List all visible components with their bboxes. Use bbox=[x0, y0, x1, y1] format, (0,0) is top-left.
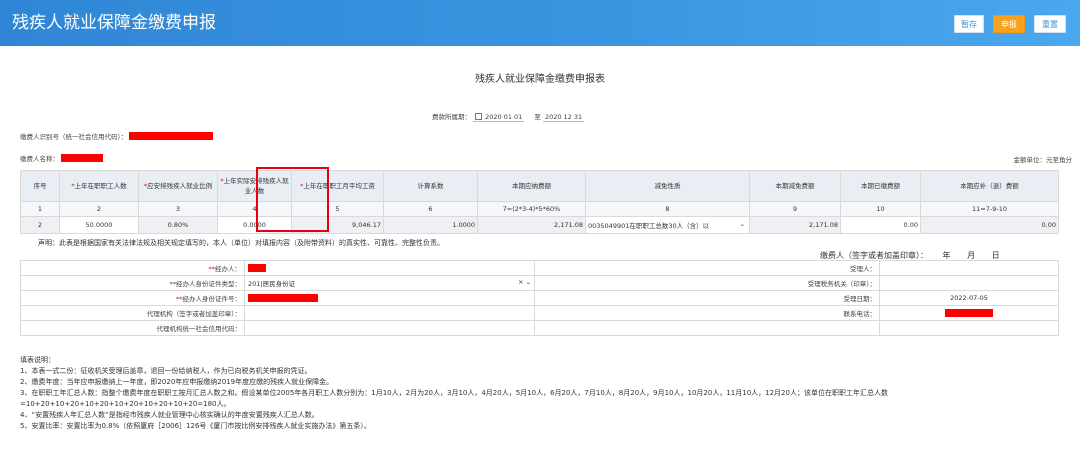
agency-label: 代理机构（签字或者加盖印章）： bbox=[20, 305, 245, 321]
id-number-input[interactable] bbox=[244, 290, 535, 306]
period-to: 至 bbox=[534, 113, 541, 121]
ratio-value: 0.80% bbox=[138, 216, 218, 234]
handler-label: **经办人： bbox=[20, 260, 245, 276]
note-item: 5、安置比率：安置比率为0.8%（依照厦府［2006］126号《厦门市按比例安排… bbox=[20, 422, 371, 430]
exemption-select[interactable]: 0035049901在职职工总数30人（含）以 ⌄ bbox=[585, 216, 750, 234]
agency-code-label: 代理机构统一社会信用代码： bbox=[20, 320, 245, 336]
id-number-label: **经办人身份证件号： bbox=[20, 290, 245, 306]
coefficient-value: 1.0000 bbox=[383, 216, 478, 234]
accept-date-label: 受理日期： bbox=[534, 290, 880, 306]
highlight-box bbox=[256, 167, 329, 232]
payer-name-row: 缴费人名称： bbox=[20, 153, 104, 163]
payer-id-redacted bbox=[129, 132, 214, 140]
col-number: 10 bbox=[840, 201, 921, 217]
declaration-table: 序号 *上年在职职工人数 *应安排残疾人就业比例 *上年实际安排残疾人就业人数 … bbox=[20, 170, 1059, 234]
period-end-input[interactable]: 2020 12 31 bbox=[542, 113, 585, 122]
calendar-icon bbox=[475, 113, 483, 120]
col-number: 7=(2*3-4)*5*60% bbox=[477, 201, 586, 217]
tax-office-value bbox=[879, 275, 1059, 291]
save-draft-button[interactable]: 暂存 bbox=[954, 15, 984, 33]
seal-year: 年 bbox=[942, 251, 951, 260]
empty-cell bbox=[879, 320, 1059, 336]
id-type-label: **经办人身份证件类型： bbox=[20, 275, 245, 291]
id-type-select[interactable]: 201|居民身份证 × ⌄ bbox=[244, 275, 535, 291]
handler-info-table: **经办人： 受理人： **经办人身份证件类型： 201|居民身份证 × ⌄ 受… bbox=[20, 260, 1059, 336]
header-coefficient: 计算系数 bbox=[383, 170, 478, 202]
seal-month: 月 bbox=[967, 251, 976, 260]
fee-period: 费款所属期： 2020 01 01 至 2020 12 31 bbox=[432, 111, 592, 122]
note-item: 3、在职职工年汇总人数：指整个缴费年度在职职工按月汇总人数之和。假设某单位200… bbox=[20, 389, 888, 397]
clear-icon[interactable]: × bbox=[518, 278, 523, 286]
seal-day: 日 bbox=[991, 251, 1000, 260]
agency-code-input[interactable] bbox=[244, 320, 535, 336]
header-seq: 序号 bbox=[20, 170, 60, 202]
header-refund: 本期应补（退）费额 bbox=[920, 170, 1059, 202]
payer-id-label: 缴费人识别号（统一社会信用代码）： bbox=[20, 133, 128, 141]
phone-value bbox=[879, 305, 1059, 321]
column-number-row: 1 2 3 4 5 6 7=(2*3-4)*5*60% 8 9 10 11=7-… bbox=[20, 201, 1059, 217]
declaration-text: 声明：此表是根据国家有关法律法规及相关规定填写的，本人（单位）对填报内容（及附带… bbox=[38, 239, 444, 247]
app-title: 残疾人就业保障金缴费申报 bbox=[12, 13, 216, 33]
chevron-down-icon: ⌄ bbox=[739, 220, 745, 228]
receiver-value bbox=[879, 260, 1059, 276]
seal-label: 缴费人（签字或者加盖印章）： bbox=[820, 251, 928, 260]
col-number: 8 bbox=[585, 201, 750, 217]
phone-label: 联系电话： bbox=[534, 305, 880, 321]
period-start-input[interactable]: 2020 01 01 bbox=[473, 113, 525, 122]
tax-office-label: 受理税务机关（印章）： bbox=[534, 275, 880, 291]
header-exemption: 减免性质 bbox=[585, 170, 750, 202]
header-paid: 本期已缴费额 bbox=[840, 170, 921, 202]
header-ratio: *应安排残疾人就业比例 bbox=[138, 170, 218, 202]
table-header-row: 序号 *上年在职职工人数 *应安排残疾人就业比例 *上年实际安排残疾人就业人数 … bbox=[20, 170, 1059, 202]
period-label: 费款所属期： bbox=[432, 113, 471, 121]
agency-input[interactable] bbox=[244, 305, 535, 321]
exemption-value: 0035049901在职职工总数30人（含）以 bbox=[588, 222, 710, 230]
table-row: 2 50.0000 0.80% 0.0000 9,046.17 1.0000 2… bbox=[20, 216, 1059, 234]
workers-input[interactable]: 50.0000 bbox=[59, 216, 139, 234]
id-type-value: 201|居民身份证 bbox=[248, 280, 296, 288]
handler-input[interactable] bbox=[244, 260, 535, 276]
col-number: 11=7-9-10 bbox=[920, 201, 1059, 217]
note-item: 1、本表一式二份：征收机关受理后盖章，退回一份给纳税人，作为已向税务机关申报的凭… bbox=[20, 367, 312, 375]
notes-title: 填表说明： bbox=[20, 356, 55, 364]
payer-name-redacted bbox=[61, 154, 104, 162]
note-item: =10+20+10+20+10+20+10+20+10+20+10+20=180… bbox=[20, 400, 231, 408]
payable-value: 2,171.08 bbox=[477, 216, 586, 234]
refund-value: 0.00 bbox=[920, 216, 1059, 234]
amount-unit: 金额单位：元至角分 bbox=[1013, 156, 1073, 164]
accept-date-value: 2022-07-05 bbox=[879, 290, 1059, 306]
submit-button[interactable]: 申报 bbox=[993, 15, 1025, 33]
empty-cell bbox=[534, 320, 880, 336]
payer-name-label: 缴费人名称： bbox=[20, 155, 59, 163]
col-number: 2 bbox=[59, 201, 139, 217]
col-number: 6 bbox=[383, 201, 478, 217]
payer-id-row: 缴费人识别号（统一社会信用代码）： bbox=[20, 131, 214, 141]
col-number: 9 bbox=[749, 201, 841, 217]
header-exempt-amount: 本期减免费额 bbox=[749, 170, 841, 202]
header-workers: *上年在职职工人数 bbox=[59, 170, 139, 202]
header-payable: 本期应纳费额 bbox=[477, 170, 586, 202]
row-seq: 2 bbox=[20, 216, 60, 234]
top-bar: 残疾人就业保障金缴费申报 暂存 申报 重置 bbox=[0, 0, 1080, 46]
col-number: 3 bbox=[138, 201, 218, 217]
reset-button[interactable]: 重置 bbox=[1034, 15, 1066, 33]
paid-value: 0.00 bbox=[840, 216, 921, 234]
note-item: 2、缴费年度：当年应申报缴纳上一年度，即2020年应申报缴纳2019年度应缴的残… bbox=[20, 378, 334, 386]
fill-instructions: 填表说明： 1、本表一式二份：征收机关受理后盖章，退回一份给纳税人，作为已向税务… bbox=[20, 355, 888, 432]
exempt-amount-value: 2,171.08 bbox=[749, 216, 841, 234]
chevron-down-icon: ⌄ bbox=[525, 278, 531, 286]
note-item: 4、“安置残疾人年汇总人数”是指经市残疾人就业管理中心核实确认的年度安置残疾人汇… bbox=[20, 411, 319, 419]
receiver-label: 受理人： bbox=[534, 260, 880, 276]
form-title: 残疾人就业保障金缴费申报表 bbox=[475, 74, 605, 85]
col-number: 1 bbox=[20, 201, 60, 217]
